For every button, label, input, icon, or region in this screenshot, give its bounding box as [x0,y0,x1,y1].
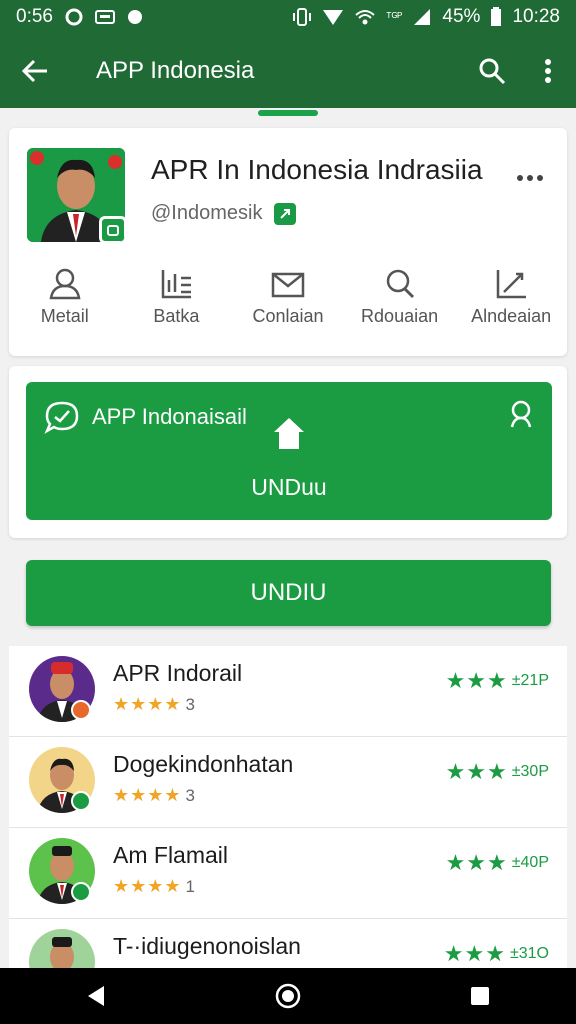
promo-download-label[interactable]: UNDuu [26,474,552,501]
action-metail[interactable]: Metail [15,268,115,338]
rating-summary: ★★★ ±31O [443,941,549,966]
star-rating: ★★★★ 1 [113,876,196,896]
signal-triangle-icon [322,7,344,27]
verified-badge-icon [99,216,125,242]
home-circle-icon [275,983,301,1009]
list-item-name: T-·idiugenonoislan [113,933,301,959]
nav-back-button[interactable] [66,968,126,1024]
network-label: ᵀᴳᴾ [386,10,403,24]
action-alndeaian[interactable]: Alndeaian [461,268,561,338]
badge-icon [71,700,91,720]
more-horiz-icon [517,175,543,181]
badge-icon [71,882,91,902]
download-button[interactable]: UNDIU [26,560,551,626]
profile-more-button[interactable] [515,166,545,186]
app-bar-title: APP Indonesia [96,57,255,84]
list-item[interactable]: Dogekindonhatan ★★★★ 3 ★★★ ±30P [9,737,567,828]
rating-summary: ★★★ ±30P [445,759,549,784]
action-label: Batka [153,306,200,326]
mail-icon [271,272,305,298]
cell-signal-icon [412,7,432,27]
action-label: Rdouaian [361,306,439,326]
chart-icon [162,270,192,299]
rating-summary: ★★★ ±21P [445,668,549,693]
search-button[interactable] [464,34,520,108]
recents-square-icon [471,987,489,1005]
star-rating: ★★★★ 3 [113,694,196,714]
action-rdouaian[interactable]: Rdouaian [350,268,450,338]
chat-icon [44,400,80,439]
action-label: Metail [40,306,89,326]
more-vert-icon [545,59,551,83]
status-time: 0:56 [16,6,53,27]
action-batka[interactable]: Batka [126,268,226,338]
system-nav-bar [0,968,576,1024]
back-button[interactable] [0,34,70,108]
nav-home-button[interactable] [258,968,318,1024]
list-item-name: Dogekindonhatan [113,751,294,777]
link-icon [274,202,297,225]
rating-summary: ★★★ ±40P [445,850,549,875]
app-list: APR Indorail ★★★★ 3 ★★★ ±21P Dogekindonhat… [9,646,567,968]
circle-notification-icon [65,8,83,26]
star-rating: ★★★★ 3 [113,785,196,805]
action-conlaian[interactable]: Conlaian [238,268,338,338]
profile-icon [508,400,534,433]
profile-card: APR In Indonesia Indrasiia @Indomesik Me… [9,128,567,356]
nav-recents-button[interactable] [450,968,510,1024]
profile-name: APR In Indonesia Indrasiia [151,154,483,185]
home-icon [272,416,306,457]
tab-indicator [258,110,318,116]
status-clock: 10:28 [512,6,560,27]
profile-handle-row: @Indomesik [151,202,297,225]
promo-title: APP Indonaisail [92,404,247,429]
battery-icon [490,7,502,27]
profile-handle: @Indomesik [151,202,263,224]
card-notification-icon [94,9,115,25]
back-triangle-icon [88,986,104,1006]
dot-notification-icon [127,9,143,25]
quick-actions: Metail Batka Conlaian Rdouaian Alndeaian [9,268,567,338]
person-icon [50,937,74,968]
wifi-icon [354,7,376,27]
badge-icon [71,791,91,811]
battery-percent: 45% [442,6,481,27]
avatar[interactable] [27,148,125,242]
list-item[interactable]: Am Flamail ★★★★ 1 ★★★ ±40P [9,828,567,919]
list-item[interactable]: APR Indorail ★★★★ 3 ★★★ ±21P [9,646,567,737]
app-bar: APP Indonesia [0,34,576,108]
list-item[interactable]: T-·idiugenonoislan ★★★★ ★★★±31O [9,919,567,968]
status-bar: 0:56 ᵀᴳᴾ 45% 10:28 [0,0,576,34]
search-icon [386,269,414,299]
arrow-left-icon [21,59,47,83]
list-item-name: Am Flamail [113,842,229,868]
promo-banner[interactable]: APP Indonaisail UNDuu [26,382,552,520]
overflow-menu-button[interactable] [520,34,576,108]
user-icon [49,268,81,300]
action-label: Conlaian [252,306,324,326]
promo-card: APP Indonaisail UNDuu [9,366,567,538]
vibrate-icon [292,7,312,27]
search-icon [479,58,506,85]
edit-icon [496,270,527,299]
list-item-name: APR Indorail [113,660,243,686]
action-label: Alndeaian [471,306,552,326]
avatar [29,929,95,968]
